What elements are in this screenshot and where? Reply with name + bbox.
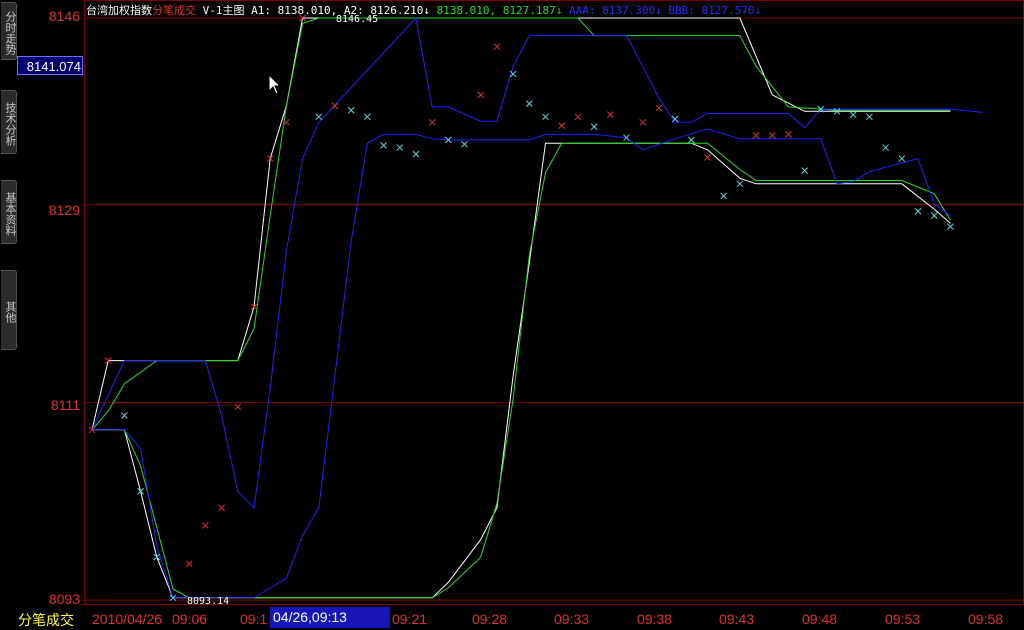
trade-mark-42 xyxy=(768,132,776,139)
trade-mark-18 xyxy=(380,142,387,149)
trade-marks xyxy=(88,14,954,602)
y-label-3: 8111 xyxy=(50,397,80,413)
trade-mark-48 xyxy=(866,113,873,121)
y-label-2: 8129 xyxy=(48,202,80,218)
index-name: 台湾加权指数 xyxy=(86,4,152,17)
tab-fundamentals[interactable]: 基本资料 xyxy=(1,180,17,244)
trade-mark-21 xyxy=(428,118,436,126)
trade-mark-37 xyxy=(687,136,695,144)
trade-mark-24 xyxy=(477,91,485,99)
tick-chart[interactable]: 8146.45 8093.14 xyxy=(84,0,1024,605)
chart-frame xyxy=(84,0,1024,605)
y-label-top: 8146 xyxy=(48,8,80,24)
cursor-time-box: 04/26,09:13 xyxy=(270,607,390,628)
time-label-7: 09:48 xyxy=(802,611,838,627)
upper-line-0 xyxy=(91,17,951,430)
date-label: 2010/04/26 xyxy=(92,611,163,627)
trade-mark-14 xyxy=(315,113,323,121)
time-label-1: 09:1 xyxy=(240,611,268,627)
bottom-mode-label[interactable]: 分笔成交 xyxy=(18,610,74,630)
trade-mark-6 xyxy=(185,560,193,568)
trade-mark-3 xyxy=(137,487,144,495)
trade-mark-52 xyxy=(930,212,938,220)
trade-mark-28 xyxy=(542,113,549,121)
trade-mark-19 xyxy=(396,144,404,151)
trade-mark-50 xyxy=(898,155,906,162)
trade-mark-43 xyxy=(785,131,792,138)
price-axis: 8146 8129 8111 8093 xyxy=(18,0,84,607)
indicator-name[interactable]: V-1主图 xyxy=(203,4,245,17)
sidebar: 分时走势 技术分析 基本资料 其他 xyxy=(0,0,18,629)
time-label-8: 09:53 xyxy=(885,611,921,627)
trade-mark-47 xyxy=(849,111,857,118)
trade-mark-29 xyxy=(558,122,566,129)
trade-mark-15 xyxy=(331,102,339,110)
trade-mark-39 xyxy=(720,192,728,200)
trade-mark-32 xyxy=(606,111,614,118)
lower-line-0 xyxy=(92,142,951,599)
tab-intraday[interactable]: 分时走势 xyxy=(1,2,17,60)
time-label-0: 09:06 xyxy=(172,611,208,627)
indicator-lines xyxy=(91,16,983,599)
upper-line-1 xyxy=(91,17,951,431)
trade-mark-16 xyxy=(347,106,355,114)
aaa-value: AAA: 8137.300↓ xyxy=(569,4,662,17)
time-axis: 分笔成交 2010/04/26 09:06 09:1 09:21 09:28 0… xyxy=(0,605,1024,629)
trade-mark-25 xyxy=(493,43,501,50)
mouse-pointer-icon xyxy=(268,74,282,95)
trade-mark-40 xyxy=(736,180,744,188)
trade-mark-7 xyxy=(202,521,209,529)
trade-mark-53 xyxy=(947,223,954,230)
trade-mark-38 xyxy=(704,154,711,161)
green-values: 8138.010, 8127.187↓ xyxy=(436,4,563,17)
trade-mark-49 xyxy=(882,144,889,151)
low-label: 8093.14 xyxy=(187,596,229,605)
time-label-3: 09:28 xyxy=(472,611,508,627)
trade-mark-23 xyxy=(461,140,468,148)
time-label-9: 09:58 xyxy=(968,611,1004,627)
current-price-box: 8141.074 xyxy=(17,56,83,75)
trade-mark-41 xyxy=(752,132,760,139)
trade-mark-27 xyxy=(525,100,533,108)
lower-line-2 xyxy=(92,128,951,599)
lower-line-1 xyxy=(92,142,951,599)
tab-other[interactable]: 其他 xyxy=(1,270,17,350)
trade-mark-17 xyxy=(363,113,371,121)
time-label-5: 09:38 xyxy=(637,611,673,627)
indicator-legend: 台湾加权指数分笔成交 V-1主图 A1: 8138.010, A2: 8126.… xyxy=(86,2,761,18)
trade-mark-35 xyxy=(655,104,663,112)
upper-line-2 xyxy=(91,16,983,509)
time-label-4: 09:33 xyxy=(554,611,590,627)
trade-mark-31 xyxy=(590,123,598,131)
time-label-2: 09:21 xyxy=(392,611,428,627)
chart-mode: 分笔成交 xyxy=(152,4,196,17)
trade-mark-44 xyxy=(801,167,808,174)
a-values: A1: 8138.010, A2: 8126.210↓ xyxy=(251,4,430,17)
trade-mark-51 xyxy=(914,207,922,215)
trade-mark-30 xyxy=(574,113,582,121)
trade-mark-34 xyxy=(639,118,647,126)
trade-mark-8 xyxy=(218,504,225,512)
time-label-6: 09:43 xyxy=(719,611,755,627)
trade-mark-9 xyxy=(234,403,242,411)
trade-mark-20 xyxy=(412,150,420,158)
grid xyxy=(84,0,1024,605)
tab-technical-analysis[interactable]: 技术分析 xyxy=(1,90,17,154)
bbb-value: BBB: 8127.570↓ xyxy=(668,4,762,17)
trade-mark-2 xyxy=(121,412,128,419)
